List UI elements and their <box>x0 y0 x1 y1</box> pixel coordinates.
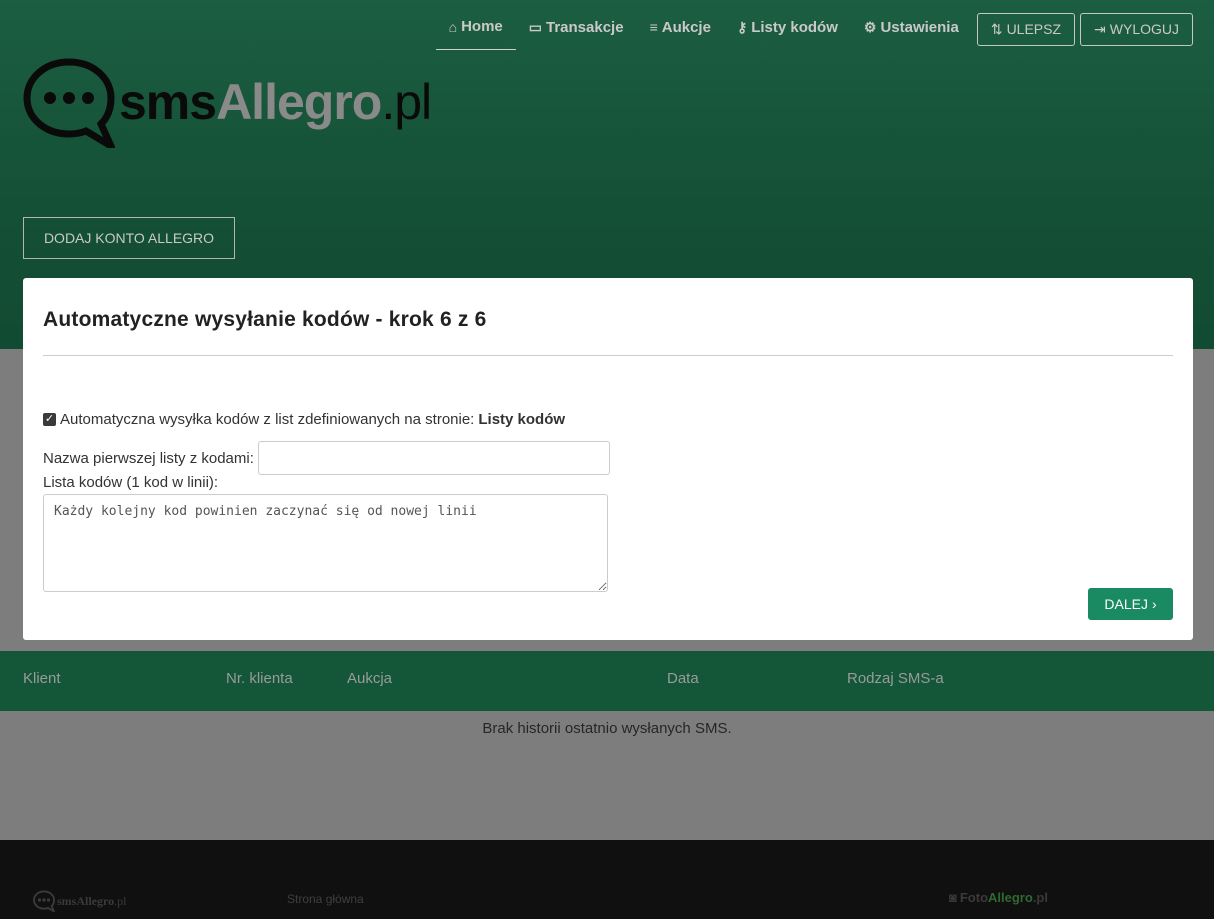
logo-pl: .pl <box>381 74 432 130</box>
logo-text: smsAllegro.pl <box>119 73 432 131</box>
next-label: DALEJ <box>1104 596 1148 612</box>
auto-send-codes-modal: Automatyczne wysyłanie kodów - krok 6 z … <box>23 278 1193 640</box>
nav-ustawienia[interactable]: ⚙ Ustawienia <box>851 9 972 50</box>
footer-foto-text: FotoAllegro.pl <box>960 890 1048 905</box>
footer-logo-pl: .pl <box>114 893 127 908</box>
footer-foto-pl: .pl <box>1032 890 1048 905</box>
nav-aukcje-label: Aukcje <box>661 18 711 36</box>
footer-logo[interactable]: smsAllegro.pl <box>33 890 126 912</box>
col-klient: Klient <box>23 670 61 687</box>
checkbox-link-listy-kodow[interactable]: Listy kodów <box>478 411 565 428</box>
chevron-right-icon: › <box>1151 596 1157 612</box>
footer-logo-allegro: Allegro <box>76 893 115 908</box>
col-rodzaj-sms: Rodzaj SMS-a <box>847 670 944 687</box>
codes-list-label: Lista kodów (1 kod w linii): <box>43 474 219 491</box>
nav-home[interactable]: ⌂ Home <box>435 8 516 50</box>
nav-listy-kodow[interactable]: ⚷ Listy kodów <box>724 9 851 50</box>
nav-aukcje[interactable]: ≡ Aukcje <box>637 9 724 50</box>
cogs-icon: ⚙ <box>863 18 877 35</box>
upgrade-label: ULEPSZ <box>1006 21 1062 37</box>
logout-button[interactable]: ⇥ WYLOGUJ <box>1080 12 1193 46</box>
modal-title: Automatyczne wysyłanie kodów - krok 6 z … <box>43 308 487 331</box>
footer-foto-foto: Foto <box>959 890 989 905</box>
logout-label: WYLOGUJ <box>1109 21 1179 37</box>
nav-listy-kodow-label: Listy kodów <box>751 18 838 36</box>
add-allegro-account-button[interactable]: DODAJ KONTO ALLEGRO <box>23 217 235 259</box>
nav-ustawienia-label: Ustawienia <box>880 18 959 36</box>
nav-transakcje-label: Transakcje <box>546 18 624 36</box>
modal-divider <box>43 355 1173 356</box>
chat-bubble-icon <box>33 890 55 912</box>
nav-transakcje[interactable]: ▭ Transakcje <box>516 9 637 50</box>
footer-logo-text: smsAllegro.pl <box>57 894 126 909</box>
checkbox-text: Automatyczna wysyłka kodów z list zdefin… <box>60 411 475 428</box>
list-name-label: Nazwa pierwszej listy z kodami: <box>43 449 254 467</box>
auto-send-checkbox-row: ✓ Automatyczna wysyłka kodów z list zdef… <box>43 411 565 428</box>
list-name-row: Nazwa pierwszej listy z kodami: <box>43 441 610 475</box>
col-data: Data <box>667 670 699 687</box>
col-nr-klienta: Nr. klienta <box>226 670 293 687</box>
next-button[interactable]: DALEJ › <box>1088 588 1173 620</box>
list-icon: ≡ <box>649 19 658 35</box>
sms-history-table-header: Klient Nr. klienta Aukcja Data Rodzaj SM… <box>0 651 1214 711</box>
sort-amount-icon: ⇅ <box>990 20 1003 37</box>
footer-fotoallegro-link[interactable]: ◙ FotoAllegro.pl <box>949 890 1048 905</box>
page-footer: smsAllegro.pl Strona główna ◙ FotoAllegr… <box>0 840 1214 919</box>
footer-link-home[interactable]: Strona główna <box>287 892 364 906</box>
home-icon: ⌂ <box>448 18 458 35</box>
camera-icon: ◙ <box>949 890 957 905</box>
wallet-icon: ▭ <box>528 18 542 35</box>
top-navigation: ⌂ Home ▭ Transakcje ≡ Aukcje ⚷ Listy kod… <box>435 8 1193 50</box>
empty-history-message: Brak historii ostatnio wysłanych SMS. <box>482 720 732 737</box>
footer-foto-allegro: Allegro <box>988 890 1033 905</box>
logo-sms: sms <box>119 74 217 130</box>
codes-list-textarea[interactable] <box>43 494 608 592</box>
sign-out-icon: ⇥ <box>1094 20 1106 37</box>
footer-logo-sms: sms <box>57 893 77 908</box>
chat-bubble-icon <box>23 58 115 148</box>
site-logo[interactable]: smsAllegro.pl <box>23 56 432 148</box>
col-aukcja: Aukcja <box>347 670 393 687</box>
upgrade-button[interactable]: ⇅ ULEPSZ <box>976 12 1076 46</box>
nav-home-label: Home <box>461 18 503 35</box>
logo-allegro: Allegro <box>216 74 382 130</box>
auto-send-checkbox[interactable]: ✓ <box>43 413 56 426</box>
key-icon: ⚷ <box>736 18 748 35</box>
list-name-input[interactable] <box>257 441 610 475</box>
